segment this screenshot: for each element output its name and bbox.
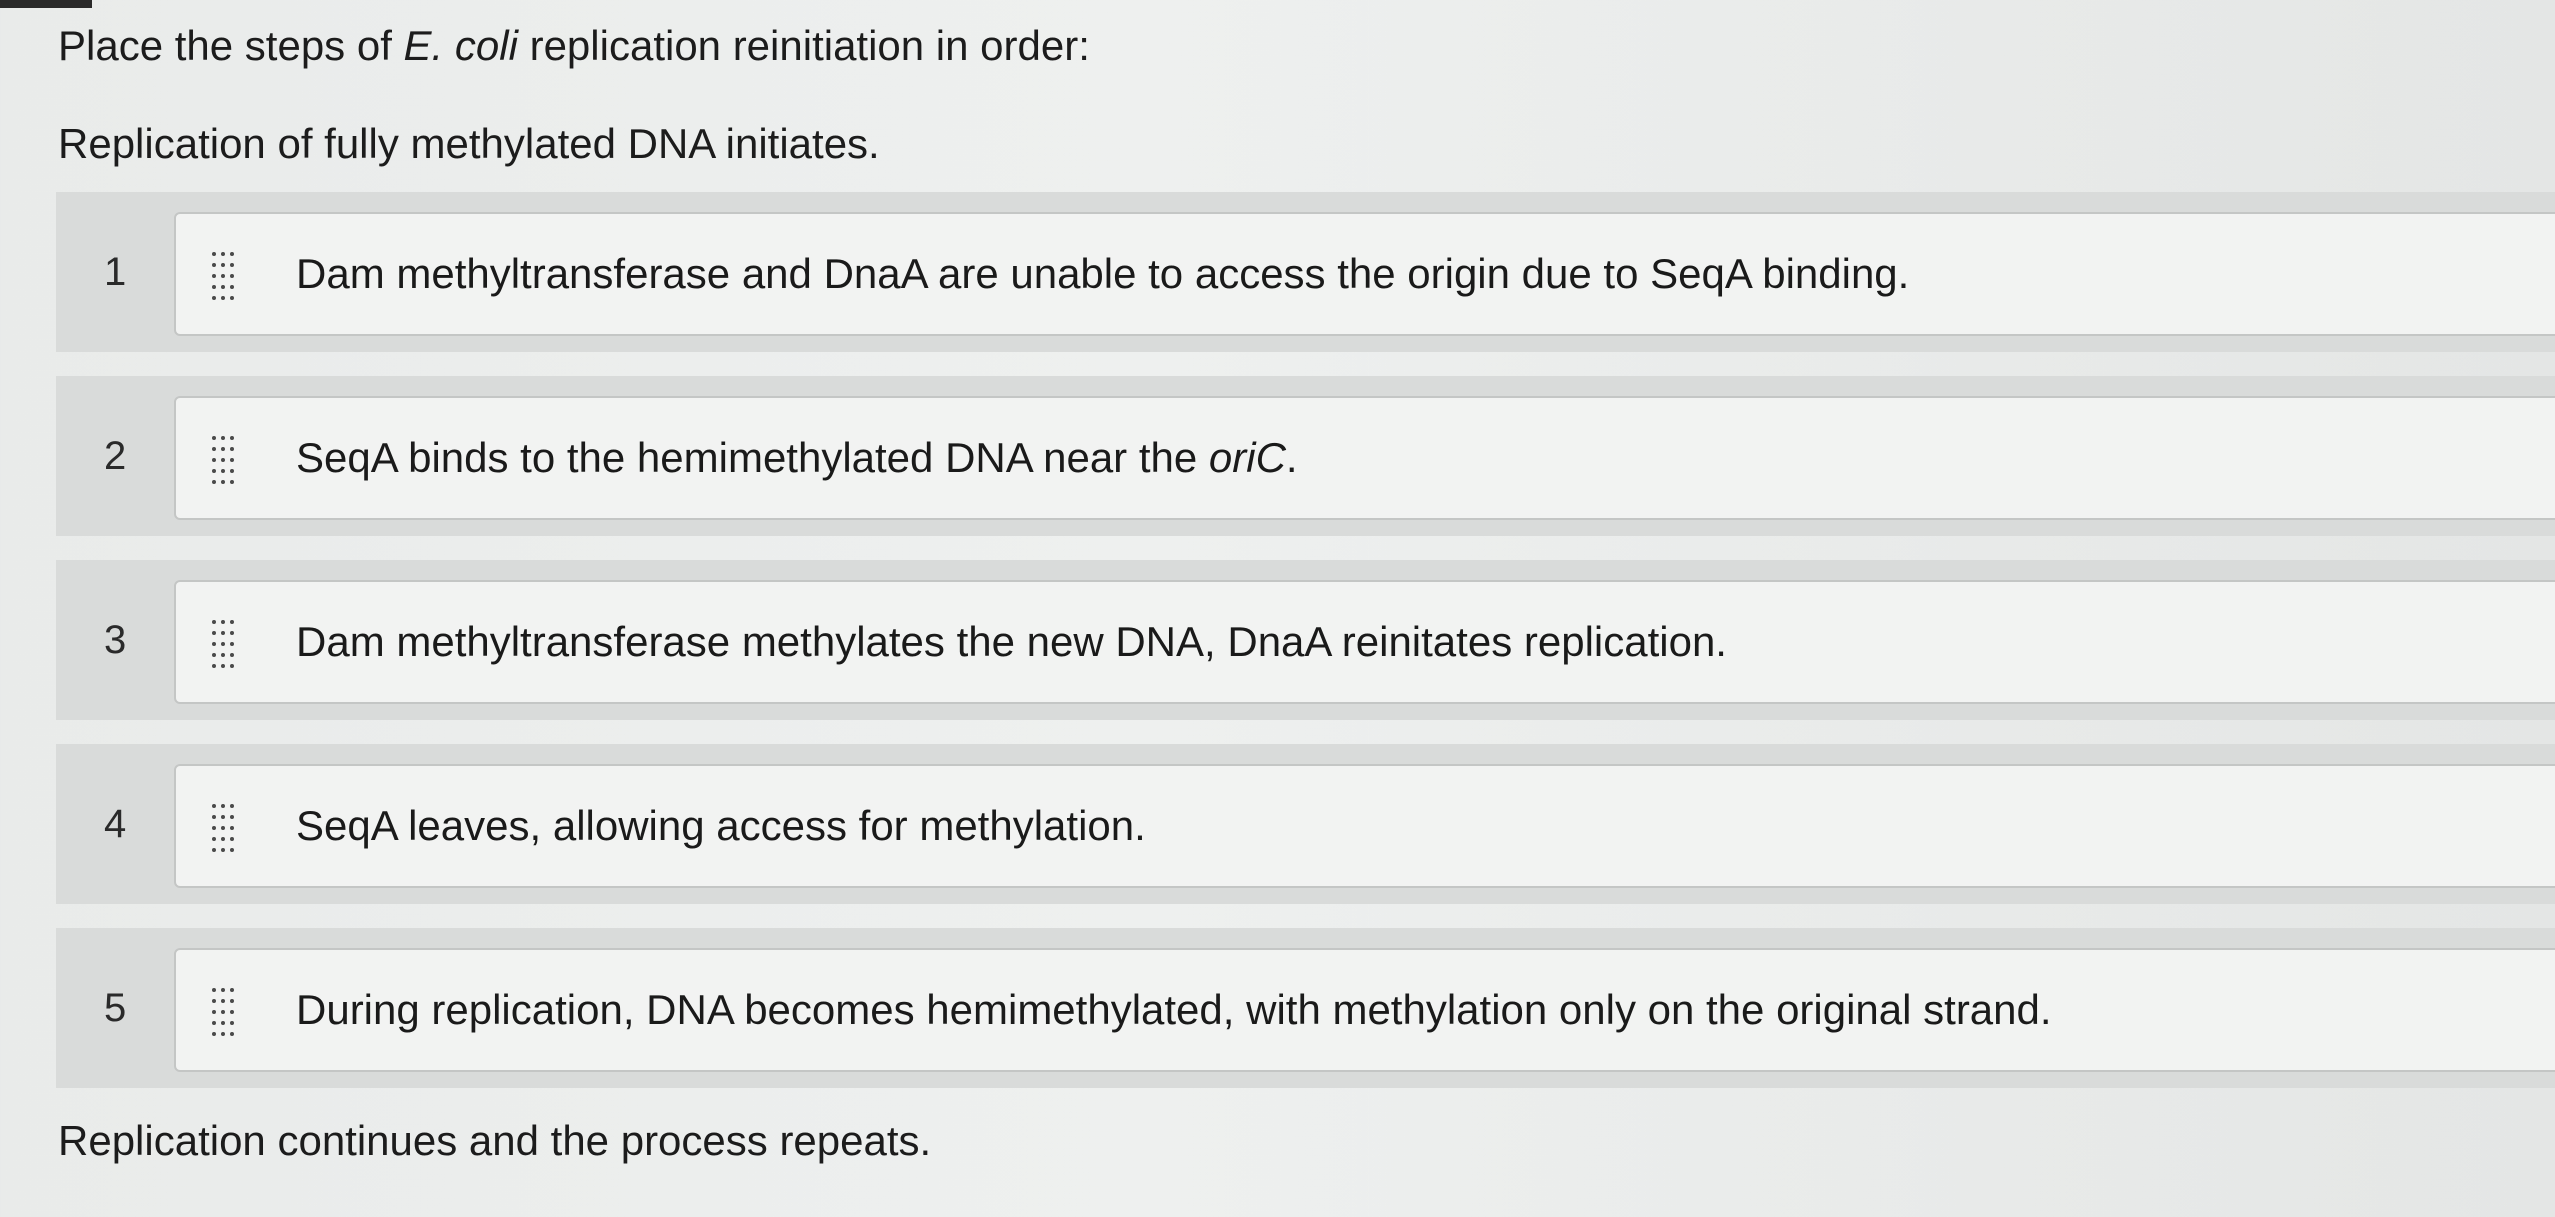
step-text: SeqA leaves, allowing access for methyla…: [296, 802, 1146, 849]
step-text-main: SeqA binds to the hemimethylated DNA nea…: [296, 434, 1209, 481]
step-number: 2: [104, 434, 127, 478]
drag-handle-icon[interactable]: [212, 804, 234, 852]
draggable-step-4[interactable]: SeqA leaves, allowing access for methyla…: [174, 764, 2555, 888]
step-number: 5: [104, 986, 127, 1030]
drag-handle-icon[interactable]: [212, 436, 234, 484]
outro-text: Replication continues and the process re…: [58, 1117, 932, 1164]
draggable-step-1[interactable]: Dam methyltransferase and DnaA are unabl…: [174, 212, 2555, 336]
step-text: SeqA binds to the hemimethylated DNA nea…: [296, 430, 1298, 486]
drag-handle-icon[interactable]: [212, 988, 234, 1036]
intro-text: Replication of fully methylated DNA init…: [58, 120, 880, 167]
step-row-5: 5 During replication, DNA becomes hemime…: [56, 928, 2555, 1088]
step-row-4: 4 SeqA leaves, allowing access for methy…: [56, 744, 2555, 904]
step-row-2: 2 SeqA binds to the hemimethylated DNA n…: [56, 376, 2555, 536]
corner-mark: [0, 0, 92, 8]
step-number: 1: [104, 250, 127, 294]
step-row-1: 1 Dam methyltransferase and DnaA are una…: [56, 192, 2555, 352]
draggable-step-2[interactable]: SeqA binds to the hemimethylated DNA nea…: [174, 396, 2555, 520]
step-number: 3: [104, 618, 127, 662]
ordering-list: 1 Dam methyltransferase and DnaA are una…: [56, 192, 2555, 1090]
step-text: During replication, DNA becomes hemimeth…: [296, 986, 2052, 1033]
step-row-3: 3 Dam methyltransferase methylates the n…: [56, 560, 2555, 720]
draggable-step-5[interactable]: During replication, DNA becomes hemimeth…: [174, 948, 2555, 1072]
draggable-step-3[interactable]: Dam methyltransferase methylates the new…: [174, 580, 2555, 704]
step-text: Dam methyltransferase methylates the new…: [296, 618, 1727, 665]
step-text-end: .: [1285, 434, 1298, 481]
step-text: Dam methyltransferase and DnaA are unabl…: [296, 250, 1910, 297]
prompt-species: E. coli: [403, 22, 518, 69]
step-number: 4: [104, 802, 127, 846]
prompt-prefix: Place the steps of: [58, 22, 404, 69]
step-text-italic: oriC: [1208, 434, 1286, 481]
prompt-suffix: replication reinitiation in order:: [517, 22, 1090, 69]
drag-handle-icon[interactable]: [212, 620, 234, 668]
drag-handle-icon[interactable]: [212, 252, 234, 300]
question-prompt: Place the steps of E. coli replication r…: [58, 18, 1090, 74]
